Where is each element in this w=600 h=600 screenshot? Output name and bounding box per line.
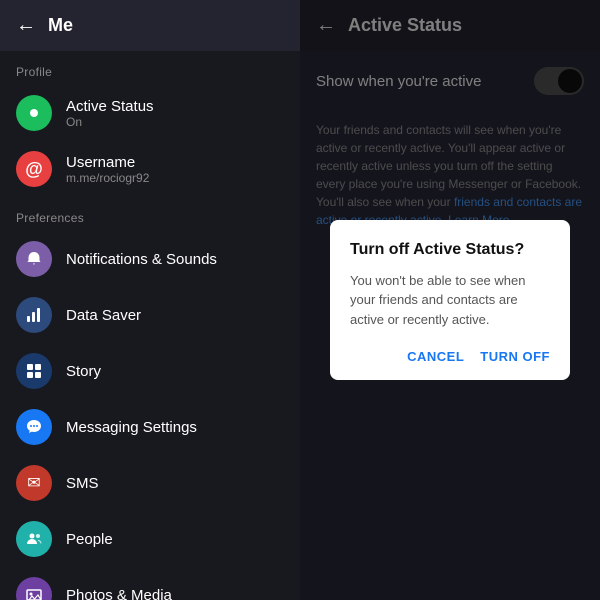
active-status-icon <box>16 95 52 131</box>
notifications-icon <box>16 241 52 277</box>
username-title: Username <box>66 154 284 171</box>
preferences-section-label: Preferences <box>0 197 300 231</box>
messaging-icon <box>16 409 52 445</box>
story-title: Story <box>66 363 284 380</box>
photos-icon <box>16 577 52 600</box>
sms-text: SMS <box>66 475 284 492</box>
menu-item-story[interactable]: Story <box>0 343 300 399</box>
data-saver-title: Data Saver <box>66 307 284 324</box>
dialog-overlay: Turn off Active Status? You won't be abl… <box>300 0 600 600</box>
right-panel: ← Active Status Show when you're active … <box>300 0 600 600</box>
menu-item-data-saver[interactable]: Data Saver <box>0 287 300 343</box>
active-status-text: Active Status On <box>66 98 284 129</box>
menu-item-notifications[interactable]: Notifications & Sounds <box>0 231 300 287</box>
notifications-text: Notifications & Sounds <box>66 251 284 268</box>
username-url: m.me/rociogr92 <box>66 171 284 185</box>
dialog-actions: CANCEL TURN OFF <box>350 345 550 368</box>
active-status-title: Active Status <box>66 98 284 115</box>
dialog: Turn off Active Status? You won't be abl… <box>330 220 570 380</box>
people-text: People <box>66 531 284 548</box>
dialog-cancel-button[interactable]: CANCEL <box>407 345 464 368</box>
story-icon <box>16 353 52 389</box>
sms-title: SMS <box>66 475 284 492</box>
dialog-body: You won't be able to see when your frien… <box>350 271 550 330</box>
menu-item-sms[interactable]: ✉ SMS <box>0 455 300 511</box>
dialog-title: Turn off Active Status? <box>350 240 550 261</box>
username-text: Username m.me/rociogr92 <box>66 154 284 185</box>
menu-item-username[interactable]: @ Username m.me/rociogr92 <box>0 141 300 197</box>
left-back-button[interactable]: ← <box>16 14 36 37</box>
story-text: Story <box>66 363 284 380</box>
messaging-text: Messaging Settings <box>66 419 284 436</box>
dialog-turnoff-button[interactable]: TURN OFF <box>480 345 550 368</box>
messaging-title: Messaging Settings <box>66 419 284 436</box>
data-saver-icon <box>16 297 52 333</box>
people-icon <box>16 521 52 557</box>
photos-text: Photos & Media <box>66 587 284 600</box>
notifications-title: Notifications & Sounds <box>66 251 284 268</box>
people-title: People <box>66 531 284 548</box>
photos-title: Photos & Media <box>66 587 284 600</box>
menu-item-messaging[interactable]: Messaging Settings <box>0 399 300 455</box>
active-status-subtitle: On <box>66 115 284 129</box>
profile-section-label: Profile <box>0 51 300 85</box>
menu-item-people[interactable]: People <box>0 511 300 567</box>
menu-item-photos[interactable]: Photos & Media <box>0 567 300 600</box>
username-icon: @ <box>16 151 52 187</box>
sms-icon: ✉ <box>16 465 52 501</box>
menu-item-active-status[interactable]: Active Status On <box>0 85 300 141</box>
left-panel-title: Me <box>48 15 73 36</box>
data-saver-text: Data Saver <box>66 307 284 324</box>
left-header: ← Me <box>0 0 300 51</box>
left-panel: ← Me Profile Active Status On @ Username… <box>0 0 300 600</box>
